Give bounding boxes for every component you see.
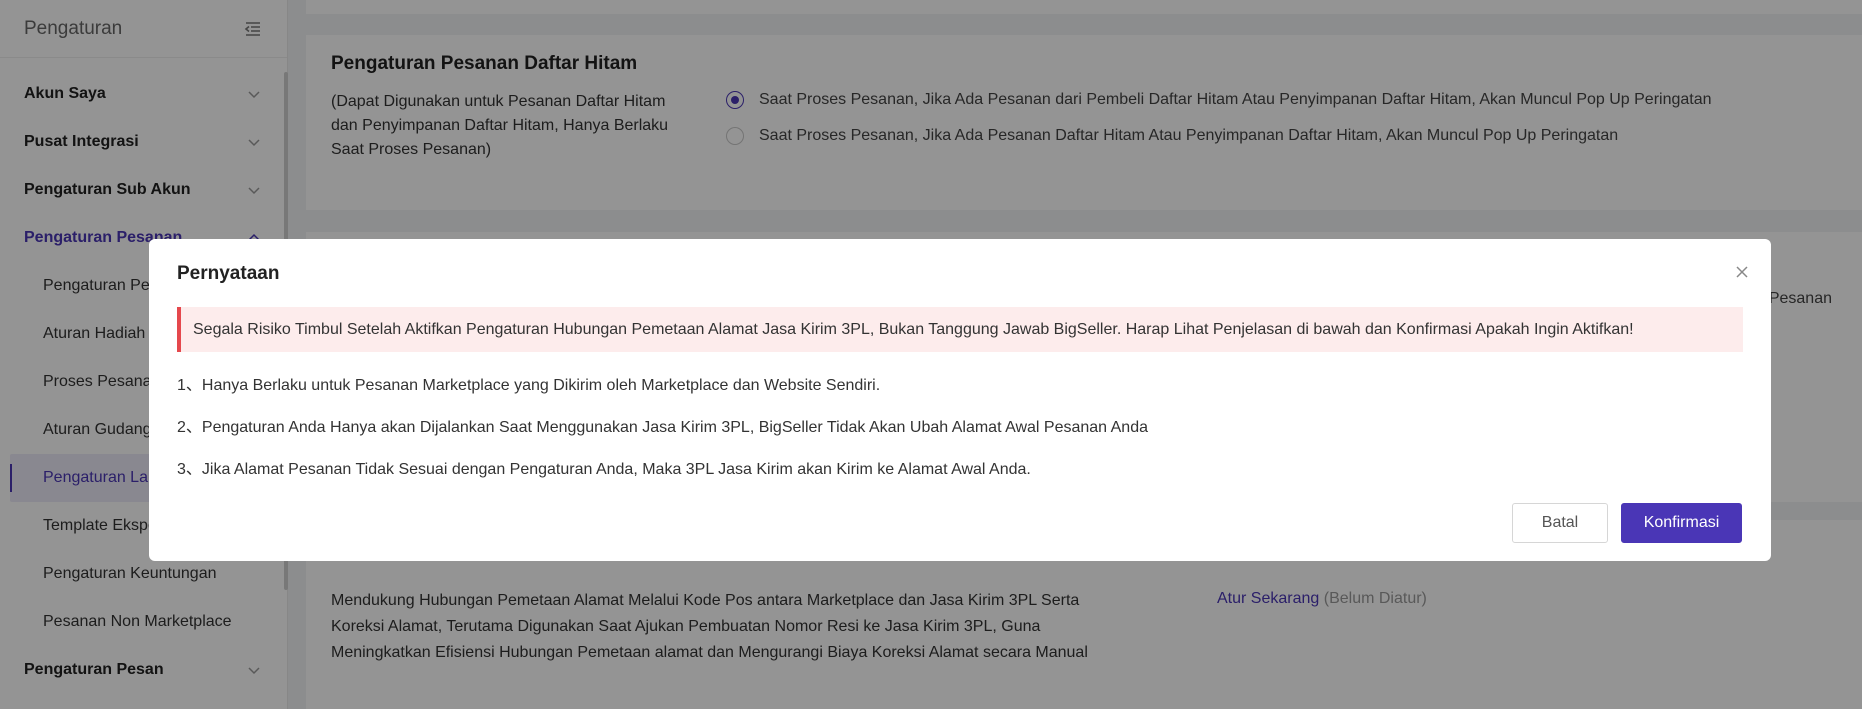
modal-notes: 1、Hanya Berlaku untuk Pesanan Marketplac… (177, 365, 1148, 491)
note-item: 2、Pengaturan Anda Hanya akan Dijalankan … (177, 419, 1148, 436)
statement-modal: Pernyataan Segala Risiko Timbul Setelah … (149, 239, 1771, 561)
cancel-button[interactable]: Batal (1512, 503, 1608, 543)
modal-title: Pernyataan (177, 263, 280, 284)
warning-alert: Segala Risiko Timbul Setelah Aktifkan Pe… (177, 307, 1743, 352)
note-item: 1、Hanya Berlaku untuk Pesanan Marketplac… (177, 377, 881, 394)
confirm-button[interactable]: Konfirmasi (1621, 503, 1742, 543)
note-item: 3、Jika Alamat Pesanan Tidak Sesuai denga… (177, 461, 1031, 478)
close-icon[interactable] (1733, 263, 1751, 281)
